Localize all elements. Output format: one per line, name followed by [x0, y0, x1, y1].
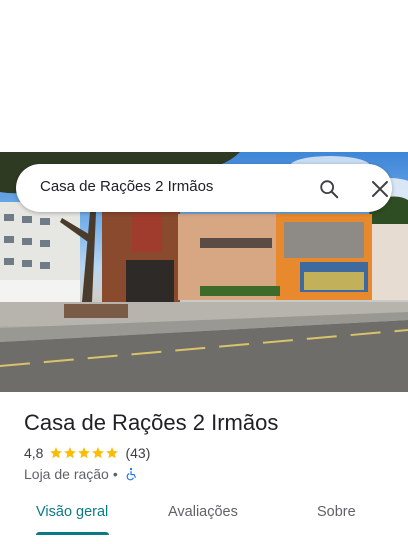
star-icon	[64, 447, 77, 459]
rating-row[interactable]: 4,8 (43)	[24, 444, 150, 462]
place-title: Casa de Rações 2 Irmãos	[24, 410, 279, 435]
category-row: Loja de ração •	[24, 465, 138, 483]
review-count[interactable]: (43)	[125, 445, 150, 461]
search-input[interactable]: Casa de Rações 2 Irmãos	[40, 178, 213, 195]
tab-about[interactable]: Sobre	[317, 504, 356, 520]
search-bar[interactable]: Casa de Rações 2 Irmãos	[16, 164, 392, 212]
star-icon	[92, 447, 105, 459]
star-rating	[49, 446, 119, 460]
star-icon	[50, 447, 63, 459]
rating-value: 4,8	[24, 445, 44, 461]
active-tab-indicator	[36, 532, 109, 535]
wheelchair-icon	[126, 467, 136, 481]
star-icon	[78, 447, 91, 459]
search-icon[interactable]	[318, 178, 340, 200]
separator-dot: •	[112, 466, 118, 482]
tab-reviews[interactable]: Avaliações	[168, 504, 238, 520]
close-icon[interactable]	[370, 179, 390, 199]
tab-bar: Visão geral Avaliações Sobre	[0, 490, 408, 544]
star-icon	[106, 447, 119, 459]
tab-overview[interactable]: Visão geral	[36, 504, 108, 520]
place-category: Loja de ração	[24, 466, 109, 482]
